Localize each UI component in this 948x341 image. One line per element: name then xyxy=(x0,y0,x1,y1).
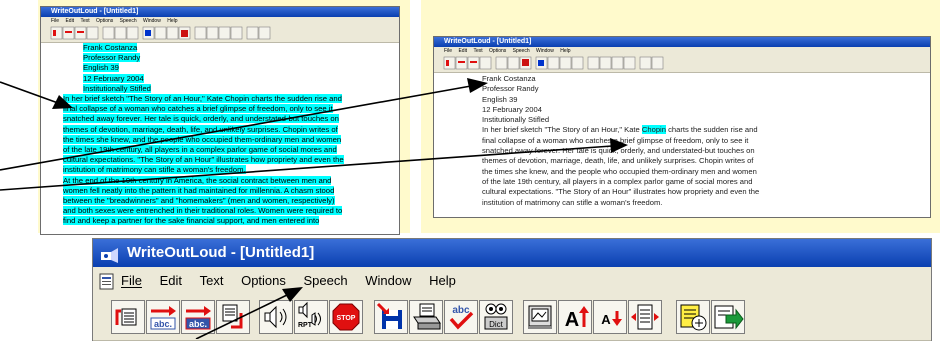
menu-file[interactable]: File xyxy=(51,17,59,25)
decrease-font-button[interactable]: A xyxy=(593,300,627,334)
notes-button[interactable] xyxy=(676,300,710,334)
stop-speech-button[interactable]: STOP xyxy=(329,300,363,334)
read-word-button[interactable]: abc. xyxy=(146,300,180,334)
document-line: Institutionally Stifled xyxy=(83,83,151,93)
read-next-word-button[interactable]: abc. xyxy=(181,300,215,334)
dict-label: Dict xyxy=(489,320,504,329)
document-line: institution of matrimony can stifle a wo… xyxy=(482,197,663,207)
highlighted-word: Chopin xyxy=(641,125,666,135)
abc-label: abc. xyxy=(189,319,207,329)
menu-speech[interactable]: Speech xyxy=(304,267,348,294)
document-line: of the late 19th century, all players in… xyxy=(482,176,753,186)
menu-window[interactable]: Window xyxy=(143,17,161,25)
menu-file[interactable]: File xyxy=(444,47,452,55)
document-line: snatched away forever. Her tale is quick… xyxy=(482,146,755,156)
toolbar: abc. abc. RPT STOP abc Dict A A xyxy=(93,294,931,341)
menu-edit[interactable]: Edit xyxy=(458,47,467,55)
menu-edit[interactable]: Edit xyxy=(160,267,182,294)
toolbar xyxy=(434,55,930,73)
window-title: WriteOutLoud - [Untitled1] xyxy=(51,8,139,15)
speaker-button[interactable] xyxy=(259,300,293,334)
window-title: WriteOutLoud - [Untitled1] xyxy=(127,244,315,261)
document-line: themes of devotion, marriage, death, lif… xyxy=(63,124,338,134)
menu-bar: File Edit Text Options Speech Window Hel… xyxy=(434,47,930,55)
menu-help[interactable]: Help xyxy=(560,47,570,55)
read-document-button[interactable] xyxy=(111,300,145,334)
document-line: 12 February 2004 xyxy=(482,104,542,114)
menu-speech[interactable]: Speech xyxy=(120,17,137,25)
title-bar: WriteOutLoud - [Untitled1] xyxy=(434,37,930,47)
menu-speech[interactable]: Speech xyxy=(513,47,530,55)
document-line: cultural expectations. "The Story of an … xyxy=(482,187,760,197)
abc-label: abc. xyxy=(154,319,172,329)
read-paragraph-button[interactable] xyxy=(216,300,250,334)
document-line: between the "breadwinners" and "homemake… xyxy=(63,196,335,206)
title-bar: WriteOutLoud - [Untitled1] xyxy=(93,239,931,267)
document-line: Frank Costanza xyxy=(83,43,138,52)
picture-button[interactable] xyxy=(523,300,557,334)
menu-options[interactable]: Options xyxy=(96,17,113,25)
save-button[interactable] xyxy=(374,300,408,334)
document-line: institution of matrimony can stifle a wo… xyxy=(63,165,246,175)
document-line: themes of devotion, marriage, death, lif… xyxy=(482,156,754,166)
document-line: women fell neatly into the pattern it ha… xyxy=(63,185,335,195)
menu-bar: File Edit Text Options Speech Window Hel… xyxy=(41,17,399,25)
document-line: snatched away forever. Her tale is quick… xyxy=(63,114,339,124)
document-line: of the late 19th century, all players in… xyxy=(63,145,337,155)
menu-text[interactable]: Text xyxy=(200,267,224,294)
stop-label: STOP xyxy=(337,315,356,322)
document-line: At the end of the 19th century in Americ… xyxy=(63,175,332,185)
document-line: final collapse of a woman who catches a … xyxy=(63,104,333,114)
document-line: the times she knew, and the people who o… xyxy=(63,134,342,144)
main-window: WriteOutLoud - [Untitled1] File Edit Tex… xyxy=(92,238,932,341)
document-line: 12 February 2004 xyxy=(83,73,144,83)
document-line: English 39 xyxy=(83,63,119,73)
title-bar: WriteOutLoud - [Untitled1] xyxy=(41,7,399,17)
small-window-right: WriteOutLoud - [Untitled1] File Edit Tex… xyxy=(433,36,931,218)
document-icon[interactable] xyxy=(99,272,115,290)
menu-help[interactable]: Help xyxy=(429,267,456,294)
svg-text:A: A xyxy=(601,312,611,327)
menu-edit[interactable]: Edit xyxy=(65,17,74,25)
toolbar-icons[interactable] xyxy=(41,25,399,42)
document-line: English 39 xyxy=(482,94,518,104)
document-line: the times she knew, and the people who o… xyxy=(482,166,757,176)
dictionary-button[interactable]: Dict xyxy=(479,300,513,334)
rpt-label: RPT xyxy=(298,322,313,329)
menu-text[interactable]: Text xyxy=(80,17,89,25)
document-line: cultural expectations. "The Story of an … xyxy=(63,155,344,165)
document-line: Institutionally Stifled xyxy=(482,115,550,125)
spell-check-button[interactable]: abc xyxy=(444,300,478,334)
document-line: In her brief sketch "The Story of an Hou… xyxy=(482,125,758,135)
menu-options[interactable]: Options xyxy=(489,47,506,55)
document-line: Professor Randy xyxy=(83,53,141,63)
menu-text[interactable]: Text xyxy=(473,47,482,55)
document-line: Frank Costanza xyxy=(482,74,536,83)
print-button[interactable] xyxy=(409,300,443,334)
document-text-area[interactable]: Frank Costanza Professor Randy English 39 1… xyxy=(482,74,928,217)
document-line: Professor Randy xyxy=(482,84,539,94)
menu-bar: File Edit Text Options Speech Window Hel… xyxy=(93,267,931,294)
menu-window[interactable]: Window xyxy=(536,47,554,55)
document-line: find and keep a partner for the sake fin… xyxy=(63,216,320,226)
export-button[interactable] xyxy=(711,300,745,334)
menu-file[interactable]: File xyxy=(121,267,142,294)
document-line: final collapse of a woman who catches a … xyxy=(482,135,749,145)
document-line: In her brief sketch "The Story of an Hou… xyxy=(63,94,342,104)
margins-button[interactable] xyxy=(628,300,662,334)
toolbar xyxy=(41,25,399,43)
spell-label: abc xyxy=(452,305,470,316)
toolbar-icons[interactable] xyxy=(434,55,930,72)
document-line: and both sexes were entrenched in their … xyxy=(63,206,343,216)
window-title: WriteOutLoud - [Untitled1] xyxy=(444,38,532,45)
svg-text:A: A xyxy=(565,309,579,331)
menu-window[interactable]: Window xyxy=(365,267,411,294)
app-icon xyxy=(101,245,119,263)
document-text-area[interactable]: Frank Costanza Professor Randy English 39 1… xyxy=(43,43,397,234)
increase-font-button[interactable]: A xyxy=(558,300,592,334)
menu-help[interactable]: Help xyxy=(167,17,177,25)
small-window-left: WriteOutLoud - [Untitled1] File Edit Tex… xyxy=(40,6,400,235)
menu-options[interactable]: Options xyxy=(241,267,286,294)
repeat-speech-button[interactable]: RPT xyxy=(294,300,328,334)
